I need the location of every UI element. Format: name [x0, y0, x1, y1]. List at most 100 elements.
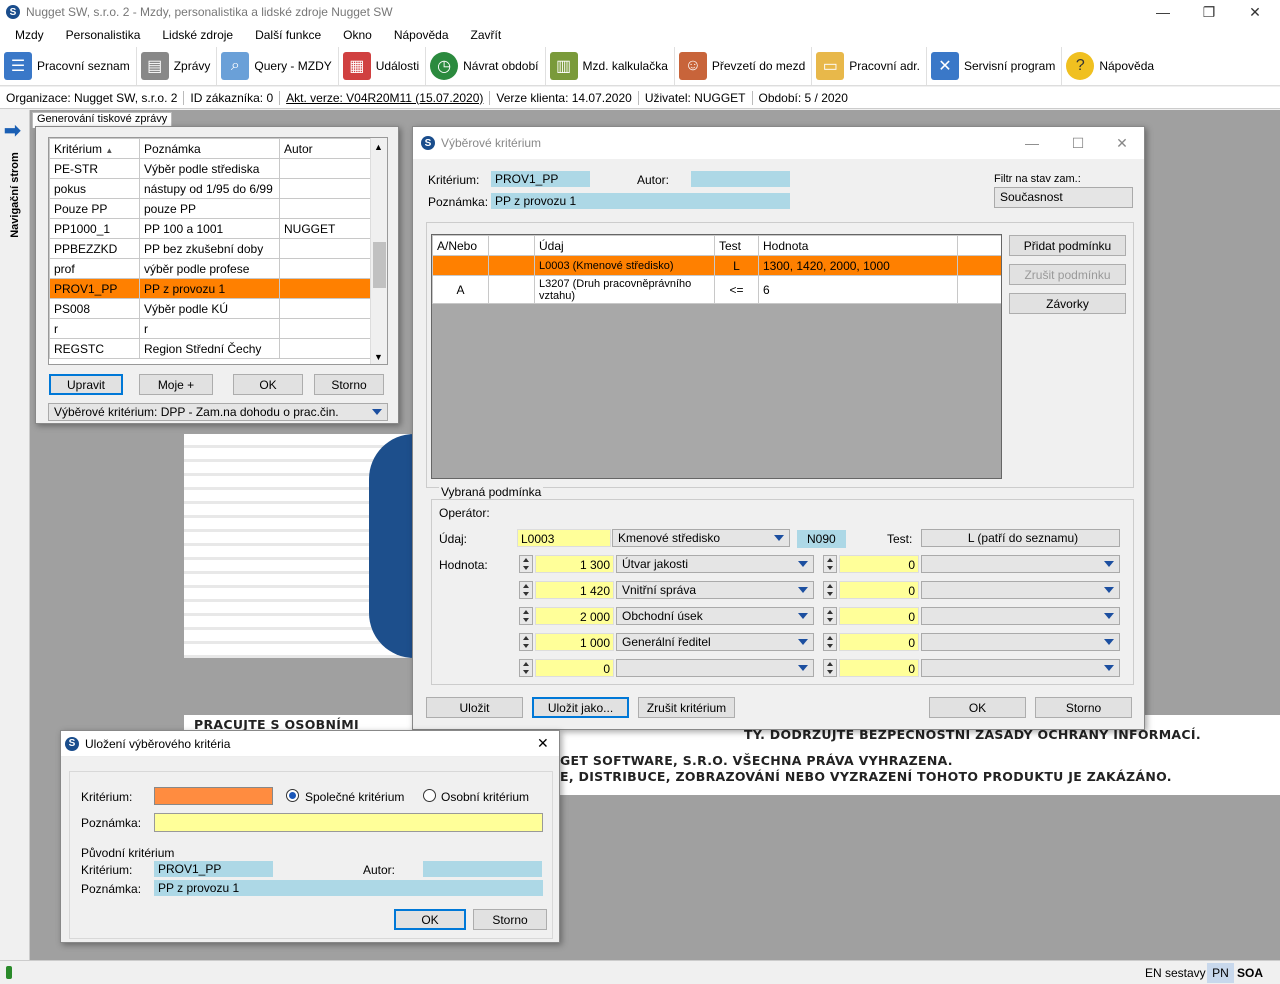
cancel-criterion-button[interactable]: Zrušit kritérium — [638, 697, 735, 718]
menu-napoveda[interactable]: Nápověda — [379, 28, 456, 42]
value-spinner[interactable] — [519, 581, 533, 599]
arrow-right-icon[interactable]: ➡ — [4, 118, 21, 143]
personal-radio[interactable] — [423, 789, 436, 802]
condition-row[interactable]: L0003 (Kmenové středisko) L 1300, 1420, 20… — [432, 255, 1001, 276]
menu-zavrit[interactable]: Zavřít — [456, 28, 509, 42]
condition-row[interactable]: A L3207 (Druh pracovněprávního vztahu) <= 6 — [432, 275, 1001, 304]
toolbar-servisni[interactable]: ✕ Servisní program — [927, 46, 1063, 85]
toolbar-pracovni-adr[interactable]: ▭ Pracovní adr. — [812, 46, 927, 85]
value2-spinner[interactable] — [823, 555, 837, 573]
remove-condition-button[interactable]: Zrušit podmínku — [1009, 264, 1126, 285]
ok-button[interactable]: OK — [929, 697, 1026, 718]
value2-spinner[interactable] — [823, 581, 837, 599]
value-name-select[interactable]: Vnitřní správa — [616, 581, 814, 599]
scroll-up-icon[interactable]: ▲ — [374, 142, 383, 152]
value-number[interactable]: 2 000 — [535, 607, 614, 625]
value-number[interactable]: 1 420 — [535, 581, 614, 599]
toolbar-pracovni-seznam[interactable]: ☰ Pracovní seznam — [0, 46, 137, 85]
restore-button[interactable]: ❐ — [1186, 0, 1232, 24]
test-select[interactable]: L (patří do seznamu) — [921, 529, 1120, 547]
value-spinner[interactable] — [519, 607, 533, 625]
value-spinner[interactable] — [519, 659, 533, 677]
value2-spinner[interactable] — [823, 659, 837, 677]
ok-button[interactable]: OK — [394, 909, 466, 930]
value-number[interactable]: 0 — [535, 659, 614, 677]
value-name-select[interactable] — [616, 659, 814, 677]
add-condition-button[interactable]: Přidat podmínku — [1009, 235, 1126, 256]
status-soa[interactable]: SOA — [1237, 966, 1263, 980]
criteria-scrollbar[interactable]: ▲ ▼ — [370, 138, 387, 364]
toolbar-prevzeti[interactable]: ☺ Převzetí do mezd — [675, 46, 813, 85]
value2-name-select[interactable] — [921, 555, 1120, 573]
toolbar-zpravy[interactable]: ▤ Zprávy — [137, 46, 218, 85]
value2-number[interactable]: 0 — [839, 581, 919, 599]
minimize-button[interactable]: — — [1009, 131, 1055, 155]
criteria-row[interactable]: PROV1_PP PP z provozu 1 — [49, 278, 372, 299]
cancel-button[interactable]: Storno — [314, 374, 384, 395]
col-criterion[interactable]: Kritérium ▲ — [49, 138, 140, 159]
new-note-input[interactable] — [154, 813, 543, 832]
value2-spinner[interactable] — [823, 633, 837, 651]
menu-mzdy[interactable]: Mzdy — [0, 28, 51, 42]
cancel-button[interactable]: Storno — [1035, 697, 1132, 718]
menu-dalsi-funkce[interactable]: Další funkce — [240, 28, 328, 42]
value-number[interactable]: 1 300 — [535, 555, 614, 573]
minimize-button[interactable]: — — [1140, 0, 1186, 24]
filter-select[interactable]: Současnost — [994, 187, 1133, 208]
toolbar-query[interactable]: ⌕ Query - MZDY — [217, 46, 339, 85]
value2-number[interactable]: 0 — [839, 659, 919, 677]
value-name-select[interactable]: Obchodní úsek — [616, 607, 814, 625]
note-field[interactable]: PP z provozu 1 — [491, 193, 790, 209]
criteria-row[interactable]: PPBEZZKD PP bez zkušební doby — [49, 238, 372, 259]
ok-button[interactable]: OK — [233, 374, 303, 395]
menu-lidske-zdroje[interactable]: Lidské zdroje — [147, 28, 240, 42]
toolbar-udalosti[interactable]: ▦ Události — [339, 46, 427, 85]
criteria-row[interactable]: rr — [49, 318, 372, 339]
scroll-down-icon[interactable]: ▼ — [374, 352, 383, 362]
personal-radio-label[interactable]: Osobní kritérium — [441, 790, 529, 804]
value-number[interactable]: 1 000 — [535, 633, 614, 651]
criterion-field[interactable]: PROV1_PP — [491, 171, 590, 187]
toolbar-navrat-obdobi[interactable]: ◷ Návrat období — [426, 46, 546, 85]
col-andor[interactable]: A/Nebo — [432, 235, 489, 256]
criteria-row[interactable]: pokus nástupy od 1/95 do 6/99 — [49, 178, 372, 199]
menu-okno[interactable]: Okno — [328, 28, 379, 42]
value2-number[interactable]: 0 — [839, 633, 919, 651]
edit-button[interactable]: Upravit — [49, 374, 123, 395]
value2-name-select[interactable] — [921, 659, 1120, 677]
col-author[interactable]: Autor — [279, 138, 372, 159]
criteria-row[interactable]: prof výběr podle profese — [49, 258, 372, 279]
version-link[interactable]: Akt. verze: V04R20M11 (15.07.2020) — [280, 90, 491, 105]
value2-spinner[interactable] — [823, 607, 837, 625]
status-pn[interactable]: PN — [1207, 963, 1234, 983]
menu-personalistika[interactable]: Personalistika — [51, 28, 148, 42]
col-note[interactable]: Poznámka — [139, 138, 280, 159]
value2-name-select[interactable] — [921, 633, 1120, 651]
close-icon[interactable]: ✕ — [537, 735, 549, 752]
mine-plus-button[interactable]: Moje + — [139, 374, 213, 395]
field-code-input[interactable]: L0003 — [517, 529, 611, 547]
col-blank[interactable] — [488, 235, 535, 256]
toolbar-kalkulacka[interactable]: ▥ Mzd. kalkulačka — [546, 46, 675, 85]
cancel-button[interactable]: Storno — [473, 909, 547, 930]
col-test[interactable]: Test — [714, 235, 759, 256]
maximize-button[interactable]: ☐ — [1055, 131, 1101, 155]
shared-radio-label[interactable]: Společné kritérium — [305, 790, 404, 804]
value2-name-select[interactable] — [921, 607, 1120, 625]
save-as-button[interactable]: Uložit jako... — [532, 697, 629, 718]
save-button[interactable]: Uložit — [426, 697, 523, 718]
value-name-select[interactable]: Útvar jakosti — [616, 555, 814, 573]
criteria-row[interactable]: REGSTC Region Střední Čechy — [49, 338, 372, 359]
brackets-button[interactable]: Závorky — [1009, 293, 1126, 314]
value-spinner[interactable] — [519, 633, 533, 651]
value2-number[interactable]: 0 — [839, 607, 919, 625]
shared-radio[interactable] — [286, 789, 299, 802]
author-field[interactable] — [691, 171, 790, 187]
criteria-row[interactable]: Pouze PP pouze PP — [49, 198, 372, 219]
new-criterion-input[interactable] — [154, 787, 273, 805]
scroll-thumb[interactable] — [373, 242, 386, 288]
col-value[interactable]: Hodnota — [758, 235, 958, 256]
criteria-row[interactable]: PS008 Výběr podle KÚ — [49, 298, 372, 319]
value-name-select[interactable]: Generální ředitel — [616, 633, 814, 651]
field-name-select[interactable]: Kmenové středisko — [612, 529, 790, 547]
